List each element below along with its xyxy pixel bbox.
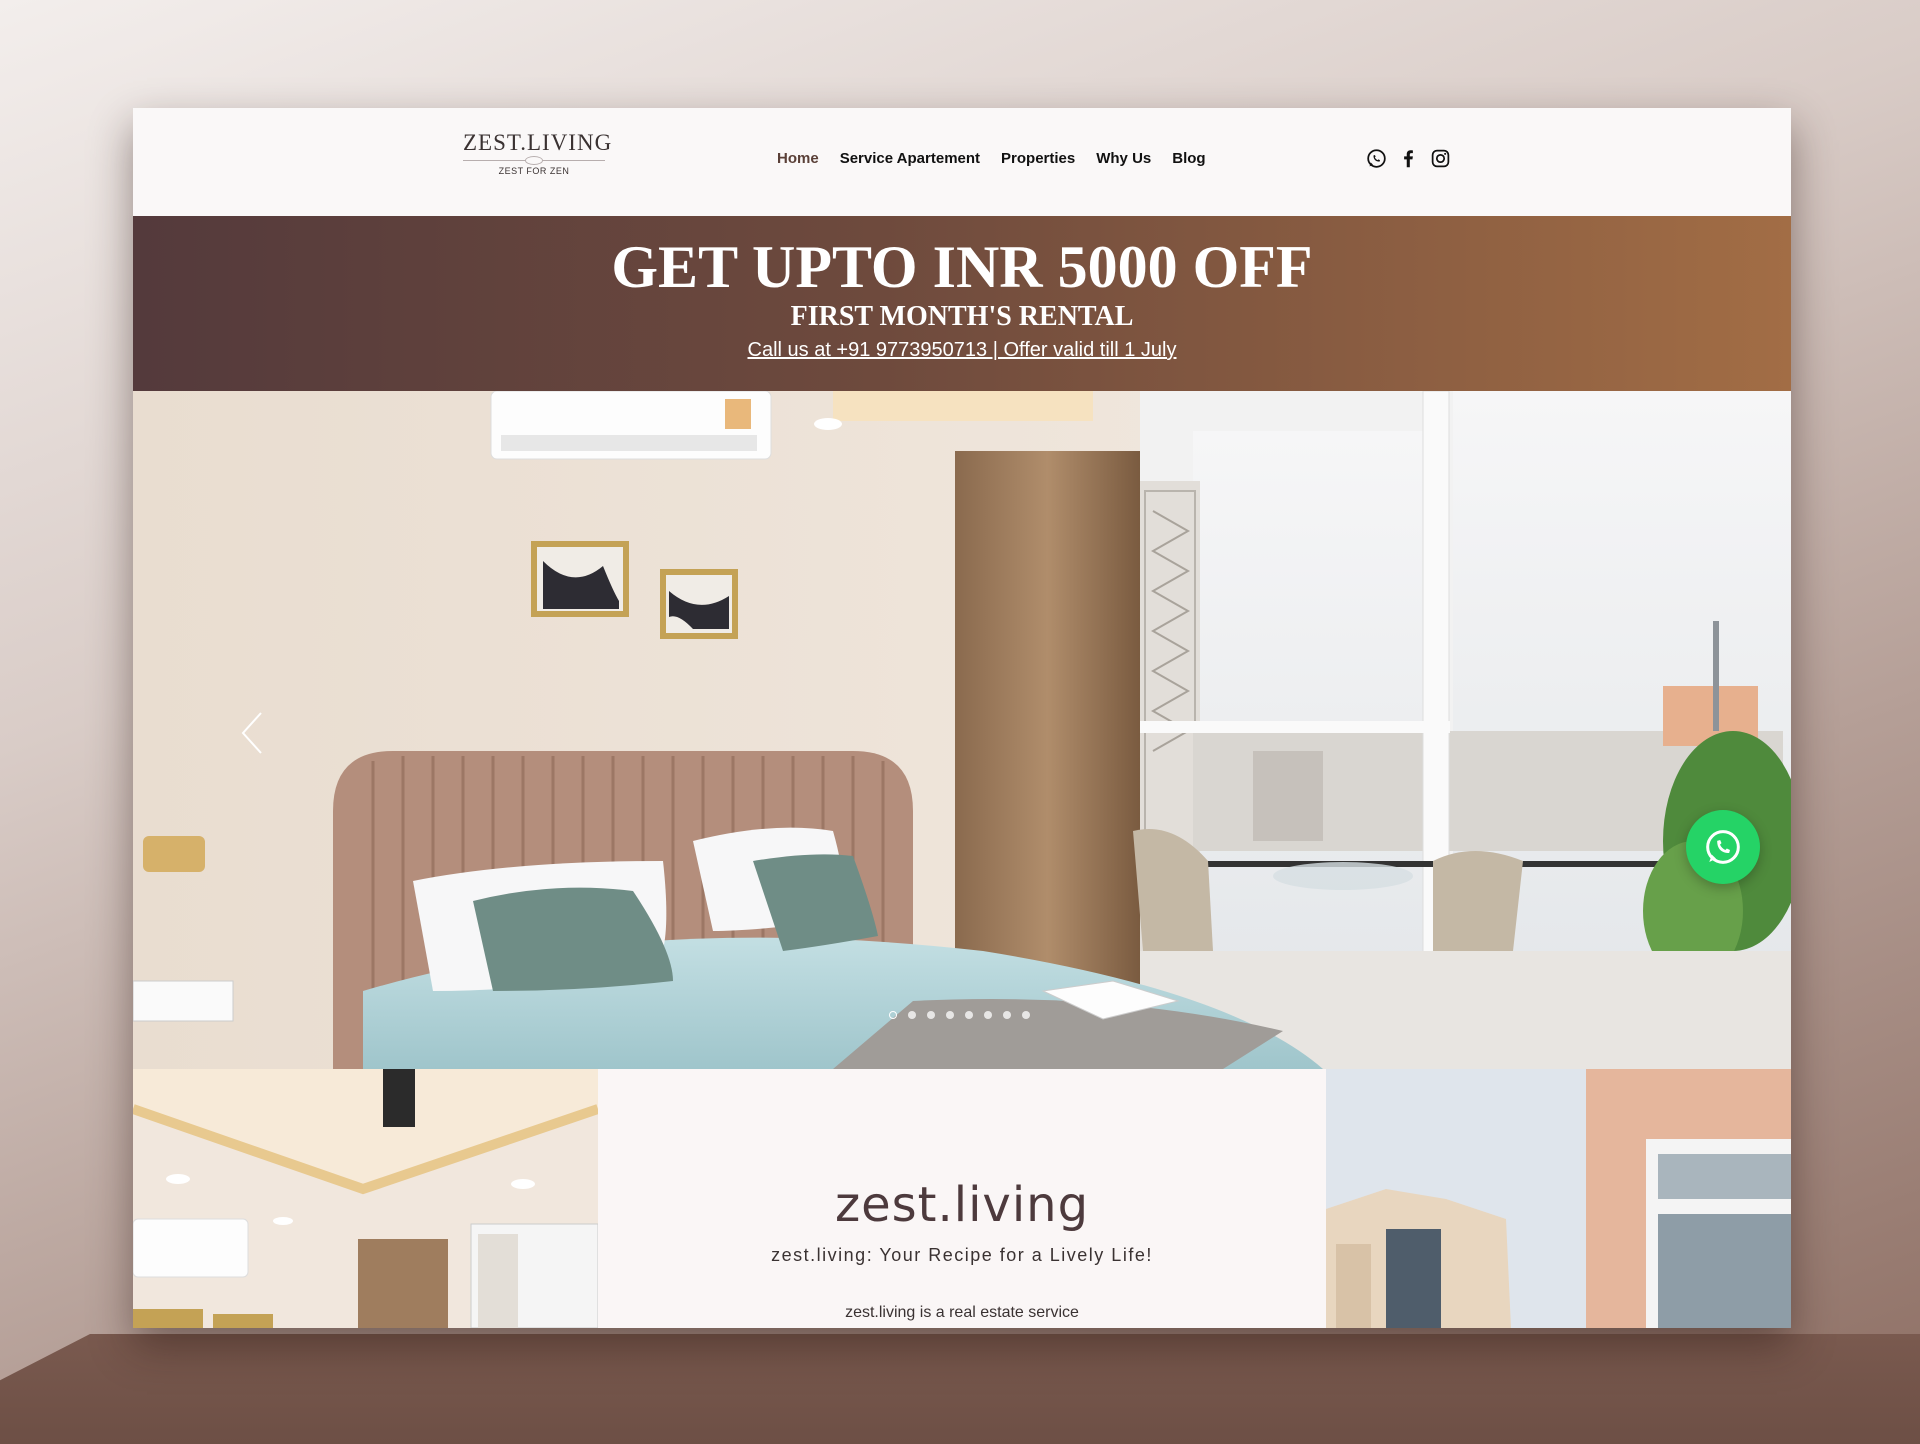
whatsapp-icon[interactable] [1366,148,1387,169]
brand-tagline: zest.living: Your Recipe for a Lively Li… [771,1245,1153,1265]
nav-properties[interactable]: Properties [1001,150,1075,167]
slider-dot-5[interactable] [965,1011,973,1019]
nav-home[interactable]: Home [777,150,819,167]
nav-blog[interactable]: Blog [1172,150,1205,167]
browser-page: ZEST.LIVING ZEST FOR ZEN Home Service Ap… [133,108,1791,1328]
promo-call-link[interactable]: Call us at +91 9773950713 | Offer valid … [748,339,1177,362]
slider-dot-8[interactable] [1022,1011,1030,1019]
slider-dot-6[interactable] [984,1011,992,1019]
building-photo [1326,1069,1791,1328]
slider-dots [889,1011,1030,1019]
hero-slider [133,391,1791,1069]
promo-headline: GET UPTO INR 5000 OFF [611,234,1313,300]
brand-title: zest.living [834,1177,1090,1233]
instagram-icon[interactable] [1430,148,1451,169]
promo-subline: FIRST MONTH'S RENTAL [790,301,1134,332]
facebook-icon[interactable] [1398,148,1419,169]
interior-photo [133,1069,598,1328]
about-section: zest.living zest.living: Your Recipe for… [133,1069,1791,1328]
logo-divider [463,156,605,165]
logo-text: ZEST.LIVING [463,130,613,155]
logo-tagline: ZEST FOR ZEN [498,166,570,176]
main-nav: Home Service Apartement Properties Why U… [777,150,1206,167]
nav-why-us[interactable]: Why Us [1096,150,1151,167]
site-header: ZEST.LIVING ZEST FOR ZEN Home Service Ap… [133,108,1791,216]
site-logo[interactable]: ZEST.LIVING ZEST FOR ZEN [463,130,613,176]
slider-dot-7[interactable] [1003,1011,1011,1019]
whatsapp-icon [1706,830,1740,864]
slider-dot-1[interactable] [889,1011,897,1019]
whatsapp-chat-button[interactable] [1686,810,1760,884]
slider-dot-3[interactable] [927,1011,935,1019]
promo-banner: GET UPTO INR 5000 OFF FIRST MONTH'S RENT… [133,216,1791,391]
social-links [1366,148,1451,169]
bedroom-photo [133,391,1791,1069]
background-floor [0,1334,1920,1444]
slider-dot-4[interactable] [946,1011,954,1019]
nav-service-apartement[interactable]: Service Apartement [840,150,980,167]
slider-prev-arrow[interactable] [239,711,265,755]
brand-description: zest.living is a real estate service [845,1304,1079,1321]
about-text-block: zest.living zest.living: Your Recipe for… [598,1069,1326,1328]
slider-dot-2[interactable] [908,1011,916,1019]
